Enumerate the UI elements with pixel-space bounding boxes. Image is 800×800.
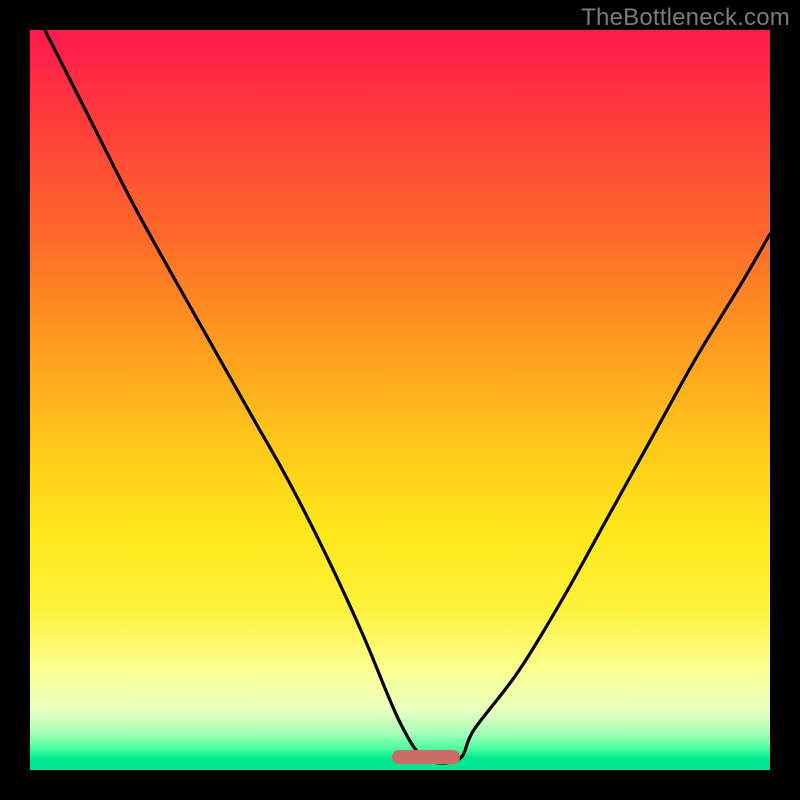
watermark-text: TheBottleneck.com: [581, 4, 790, 32]
bottleneck-curve: [30, 30, 770, 770]
optimal-marker: [392, 750, 460, 764]
chart-frame: TheBottleneck.com: [0, 0, 800, 800]
plot-area: [30, 30, 770, 770]
curve-path: [45, 30, 770, 763]
